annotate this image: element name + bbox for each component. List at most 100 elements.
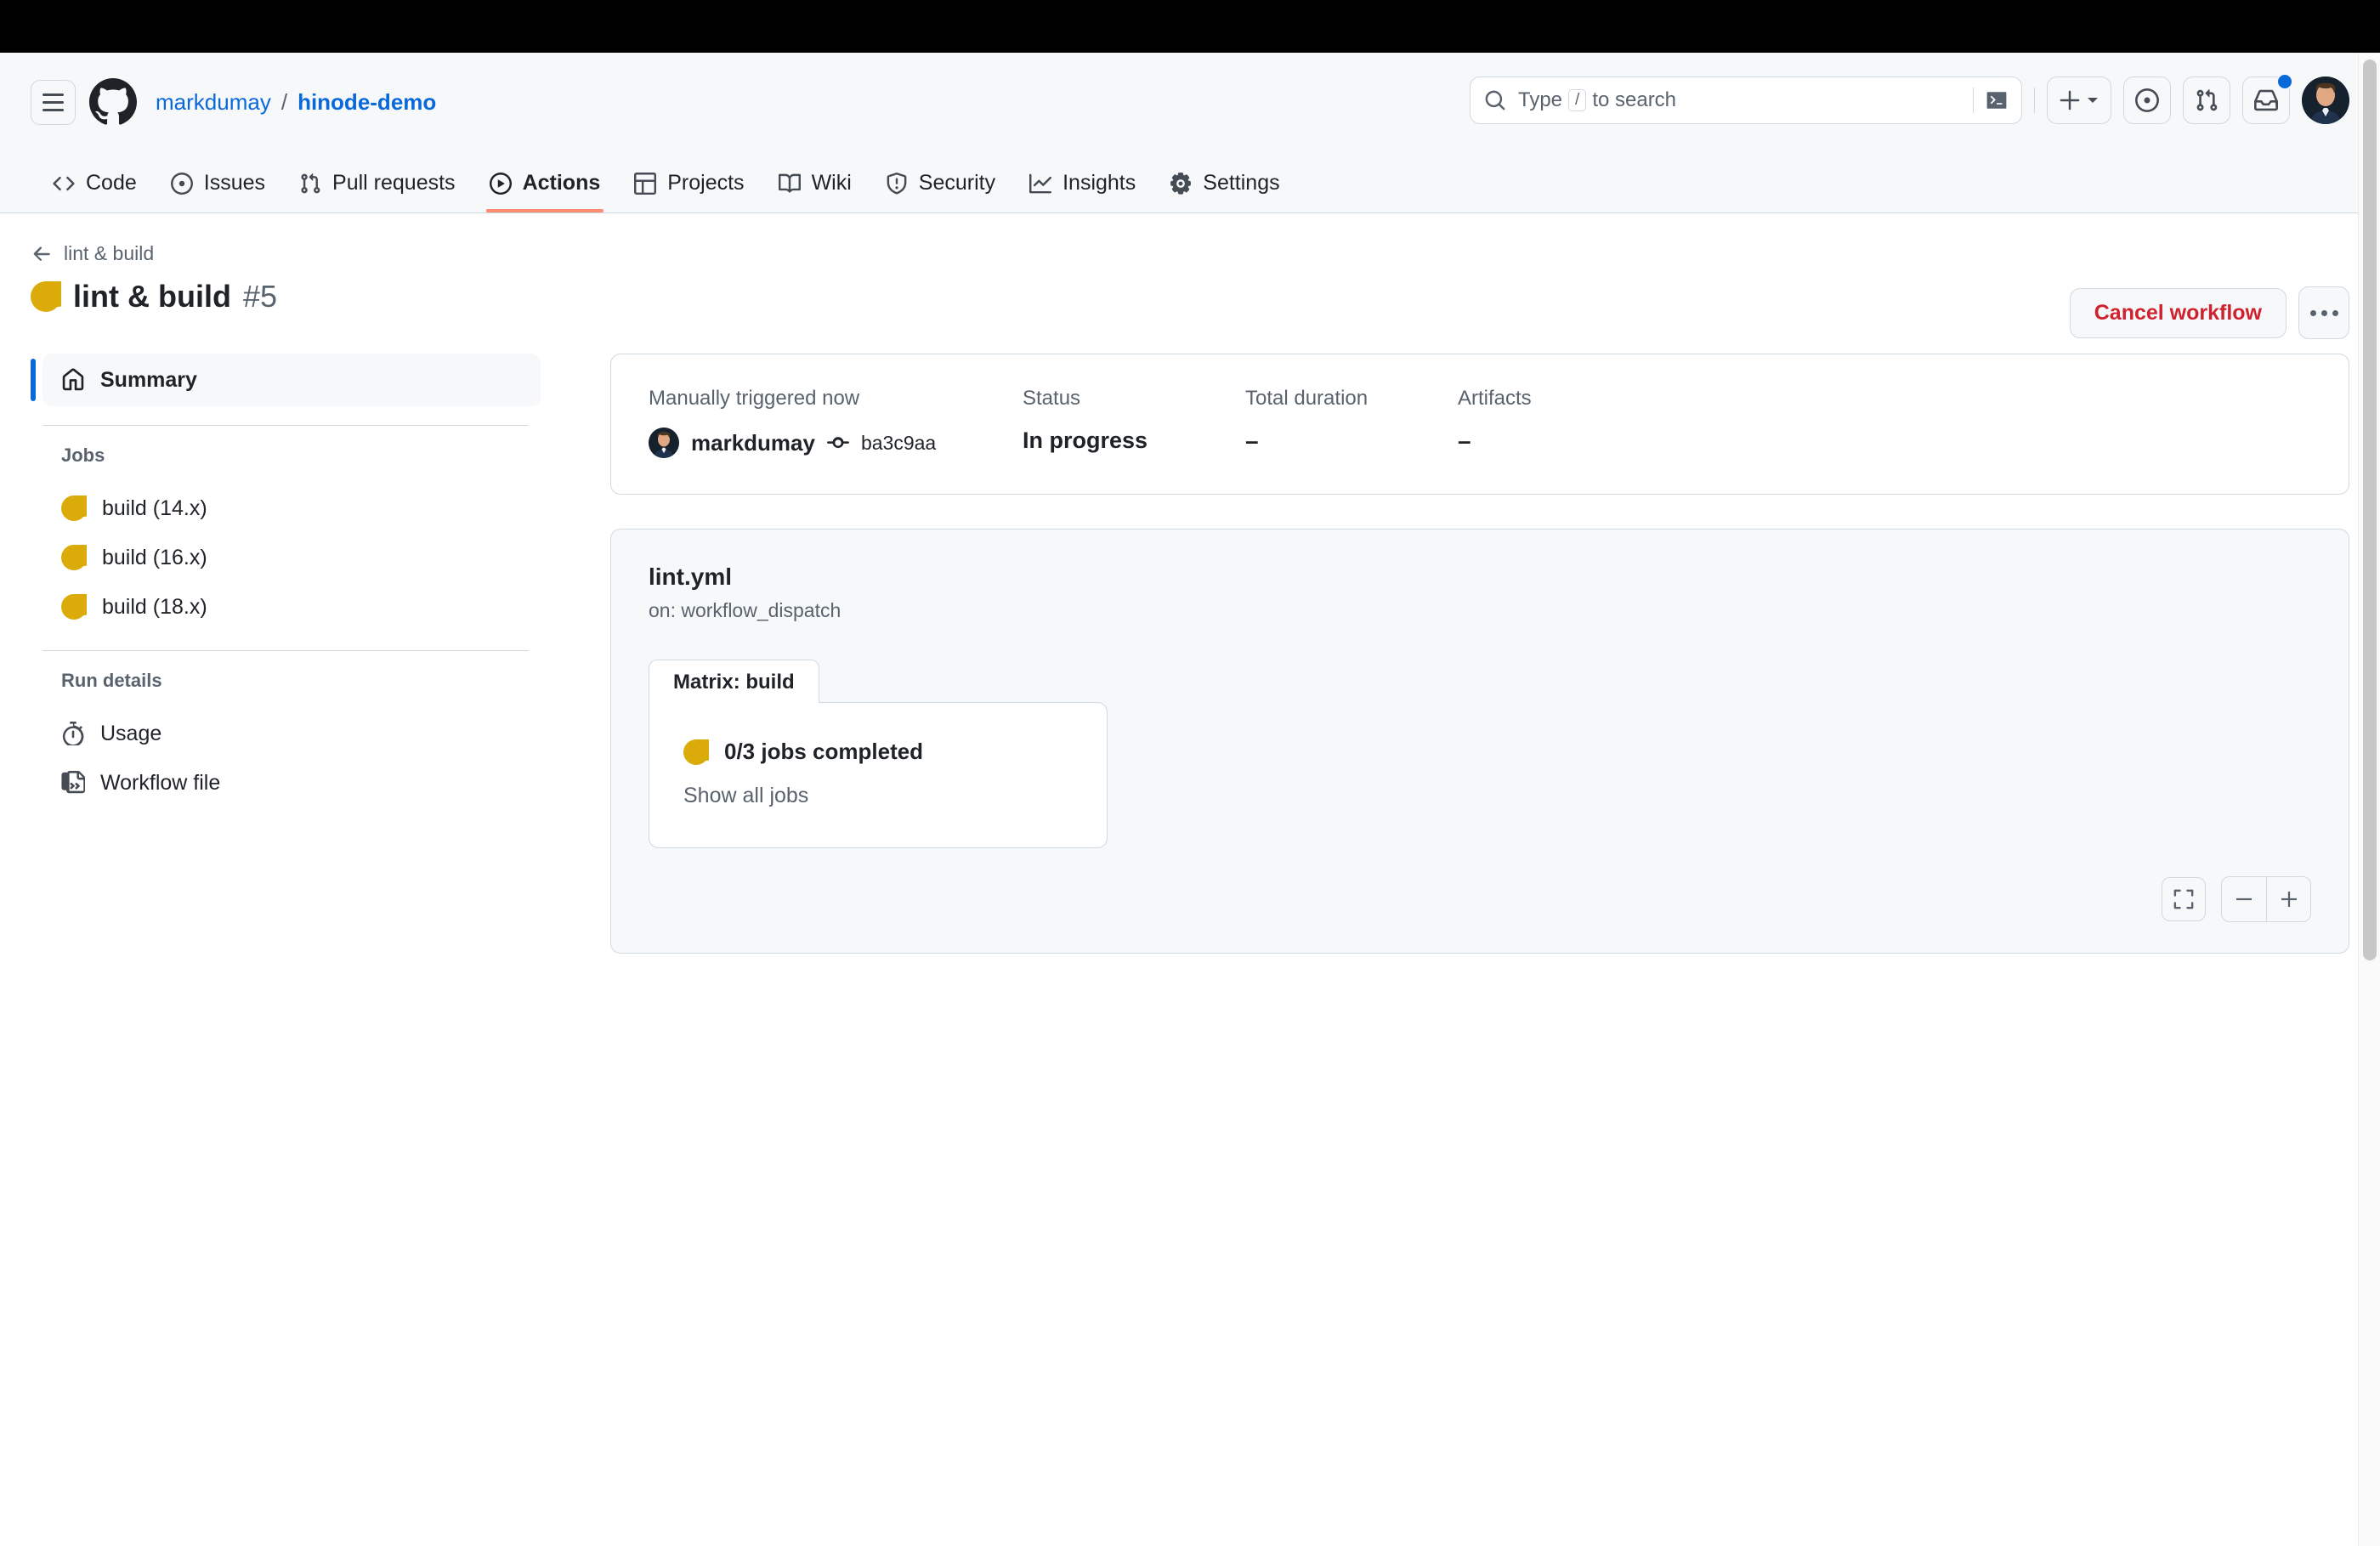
avatar[interactable] xyxy=(2302,76,2349,124)
more-options-button[interactable] xyxy=(2298,286,2349,339)
create-new-button[interactable] xyxy=(2047,76,2111,124)
actor-row: markdumay ba3c9aa xyxy=(649,428,1023,458)
table-icon xyxy=(634,172,657,195)
sidebar-heading-jobs: Jobs xyxy=(61,445,105,466)
actor-name[interactable]: markdumay xyxy=(691,430,815,456)
sidebar-item-job-build-18x[interactable]: build (18.x) xyxy=(42,582,541,631)
inbox-icon xyxy=(2254,89,2278,111)
tab-security[interactable]: Security xyxy=(869,171,1012,212)
code-icon xyxy=(53,176,75,190)
header-actions: Type / to search xyxy=(1470,73,2349,124)
chevron-down-icon xyxy=(2088,98,2098,103)
duration-value: – xyxy=(1245,428,1259,454)
sidebar-item-summary-label: Summary xyxy=(100,367,197,392)
search-placeholder-prefix: Type xyxy=(1518,88,1563,111)
arrow-left-icon xyxy=(33,246,50,261)
summary-artifacts-column: Artifacts – xyxy=(1458,387,1670,458)
stopwatch-icon xyxy=(62,722,84,745)
search-input[interactable]: Type / to search xyxy=(1470,76,2022,124)
summary-duration-column: Total duration – xyxy=(1245,387,1458,458)
tab-wiki-label: Wiki xyxy=(811,171,852,195)
sidebar-heading-run-details: Run details xyxy=(61,670,162,691)
workflow-graph-card: lint.yml on: workflow_dispatch Matrix: b… xyxy=(610,529,2349,954)
tab-pull-requests[interactable]: Pull requests xyxy=(282,171,473,212)
search-icon xyxy=(1485,90,1505,110)
run-title-row: lint & build #5 xyxy=(31,279,2349,314)
github-logo-icon[interactable] xyxy=(89,78,137,126)
search-placeholder-suffix: to search xyxy=(1592,88,1677,111)
sidebar-item-workflow-file[interactable]: Workflow file xyxy=(42,758,541,807)
run-number: #5 xyxy=(242,279,278,314)
graph-icon xyxy=(1029,173,1052,193)
tab-settings[interactable]: Settings xyxy=(1153,171,1296,212)
tab-actions[interactable]: Actions xyxy=(473,171,618,212)
zoom-in-button[interactable] xyxy=(2266,877,2310,921)
zoom-controls xyxy=(2221,876,2311,922)
artifacts-value: – xyxy=(1458,428,1471,454)
fit-to-screen-button[interactable] xyxy=(2162,877,2206,921)
run-body: Summary Jobs build (14.x) build (16.x) b… xyxy=(31,354,2349,954)
home-icon xyxy=(62,368,84,391)
hamburger-menu-button[interactable] xyxy=(31,79,76,125)
artifacts-label: Artifacts xyxy=(1458,387,1532,410)
matrix-node-tab[interactable]: Matrix: build xyxy=(649,660,819,703)
sidebar-job-label: build (14.x) xyxy=(102,496,207,520)
page-title: lint & build #5 xyxy=(31,279,277,314)
run-title-text: lint & build xyxy=(73,279,231,314)
tab-wiki[interactable]: Wiki xyxy=(762,171,869,212)
header-top-row: markdumay / hinode-demo Type / to search xyxy=(31,53,2349,151)
zoom-out-button[interactable] xyxy=(2222,877,2266,921)
in-progress-icon xyxy=(61,545,87,570)
graph-controls xyxy=(2162,876,2311,922)
run-sidebar: Summary Jobs build (14.x) build (16.x) b… xyxy=(31,354,541,807)
notifications-button[interactable] xyxy=(2242,73,2293,124)
jobs-completed-label: 0/3 jobs completed xyxy=(724,739,924,764)
tab-projects[interactable]: Projects xyxy=(617,171,761,212)
jobs-completed-row: 0/3 jobs completed xyxy=(683,739,1073,765)
terminal-icon[interactable] xyxy=(1986,89,2008,111)
status-label: Status xyxy=(1023,387,1081,410)
duration-label: Total duration xyxy=(1245,387,1368,410)
tab-code[interactable]: Code xyxy=(36,171,154,212)
plus-icon xyxy=(2281,892,2297,907)
git-pull-request-icon xyxy=(2196,89,2218,111)
page-scrollbar[interactable] xyxy=(2358,53,2380,1546)
scrollbar-thumb[interactable] xyxy=(2363,59,2377,960)
pull-requests-button[interactable] xyxy=(2183,76,2230,124)
kebab-dot xyxy=(2309,309,2316,316)
search-slash-key: / xyxy=(1568,89,1587,111)
in-progress-icon xyxy=(683,739,709,765)
file-code-icon xyxy=(61,771,85,794)
browser-chrome-bar xyxy=(0,0,2380,53)
sidebar-usage-label: Usage xyxy=(100,721,162,745)
search-divider xyxy=(1973,88,1974,113)
tab-projects-label: Projects xyxy=(667,171,745,195)
breadcrumb: markdumay / hinode-demo xyxy=(156,89,436,116)
book-icon xyxy=(778,173,801,193)
hamburger-line xyxy=(42,100,64,104)
plus-icon xyxy=(2060,90,2080,110)
sidebar-workflow-file-label: Workflow file xyxy=(100,770,221,795)
sidebar-item-summary[interactable]: Summary xyxy=(31,354,541,406)
sidebar-item-usage[interactable]: Usage xyxy=(42,709,541,758)
commit-sha[interactable]: ba3c9aa xyxy=(861,432,936,455)
sidebar-item-job-build-16x[interactable]: build (16.x) xyxy=(42,533,541,582)
run-summary-card: Manually triggered now markdumay ba3c9aa… xyxy=(610,354,2349,495)
cancel-workflow-button[interactable]: Cancel workflow xyxy=(2069,287,2286,338)
tab-code-label: Code xyxy=(86,171,137,195)
issues-button[interactable] xyxy=(2123,76,2171,124)
in-progress-icon xyxy=(61,496,87,521)
actor-avatar[interactable] xyxy=(649,428,679,458)
status-value: In progress xyxy=(1023,428,1148,453)
sidebar-item-job-build-14x[interactable]: build (14.x) xyxy=(42,484,541,533)
breadcrumb-owner[interactable]: markdumay xyxy=(156,89,271,116)
back-to-workflow-link[interactable]: lint & build xyxy=(31,242,154,265)
breadcrumb-repo[interactable]: hinode-demo xyxy=(298,89,436,116)
matrix-node-body: 0/3 jobs completed Show all jobs xyxy=(649,702,1108,848)
run-page: lint & build lint & build #5 Cancel work… xyxy=(0,213,2380,954)
tab-insights[interactable]: Insights xyxy=(1012,171,1153,212)
tab-issues[interactable]: Issues xyxy=(154,171,282,212)
gear-icon xyxy=(1170,172,1192,195)
tab-insights-label: Insights xyxy=(1062,171,1136,195)
show-all-jobs-link[interactable]: Show all jobs xyxy=(683,784,1073,808)
